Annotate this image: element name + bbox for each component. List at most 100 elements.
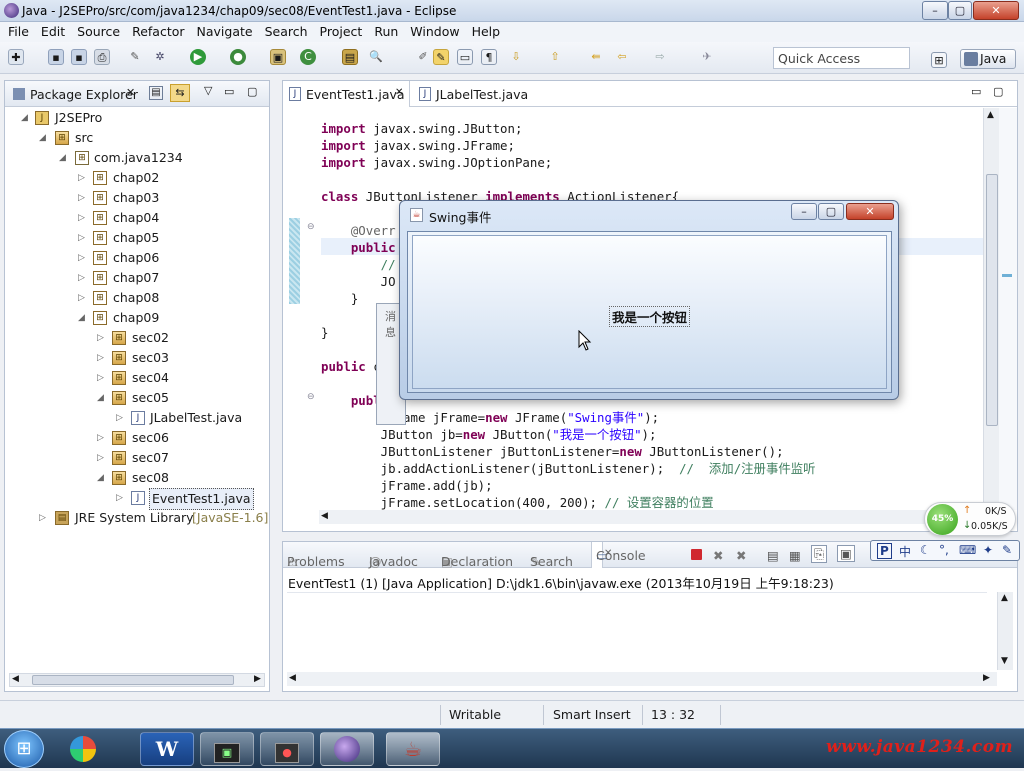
- fold-icon[interactable]: ⊖: [307, 222, 315, 232]
- tree-jlabeltest[interactable]: ▷ J JLabelTest.java: [21, 408, 261, 428]
- minimize-view-icon[interactable]: ▭: [224, 85, 234, 98]
- scroll-left-icon[interactable]: ◀: [321, 511, 328, 521]
- tree-chap09[interactable]: ◢ ⊞ chap09: [21, 308, 261, 328]
- scroll-up-icon[interactable]: ▲: [987, 110, 994, 120]
- console-output[interactable]: [287, 592, 987, 668]
- scroll-lock-icon[interactable]: ▦: [789, 548, 801, 563]
- new-java-project-icon[interactable]: ▣: [270, 49, 286, 65]
- tree-sec03[interactable]: ▷ ⊞ sec03: [21, 348, 261, 368]
- scroll-left-icon[interactable]: ◀: [12, 674, 19, 684]
- collapse-all-icon[interactable]: ▤: [149, 86, 163, 100]
- debug-icon[interactable]: ✲: [152, 49, 168, 65]
- ime-settings-icon[interactable]: ✎: [1002, 543, 1012, 557]
- taskbar-java[interactable]: ☕: [386, 732, 440, 766]
- tree-sec06[interactable]: ▷ ⊞ sec06: [21, 428, 261, 448]
- show-whitespace-icon[interactable]: ¶: [481, 49, 497, 65]
- scroll-right-icon[interactable]: ▶: [983, 673, 990, 683]
- minimize-editor-icon[interactable]: ▭: [971, 85, 981, 98]
- dialog-maximize-button[interactable]: ▢: [818, 203, 844, 220]
- remove-launch-icon[interactable]: ✖: [713, 548, 723, 563]
- console-vertical-scrollbar[interactable]: ▲ ▼: [997, 592, 1013, 670]
- tab-eventtest1[interactable]: J EventTest1.java ✕: [283, 81, 410, 107]
- java-perspective-button[interactable]: Java: [960, 49, 1016, 69]
- dialog-close-button[interactable]: ✕: [846, 203, 894, 220]
- maximize-editor-icon[interactable]: ▢: [993, 85, 1003, 98]
- prev-annotation-icon[interactable]: ⇧: [547, 49, 563, 65]
- menu-navigate[interactable]: Navigate: [189, 22, 257, 39]
- tree-sec04[interactable]: ▷ ⊞ sec04: [21, 368, 261, 388]
- scroll-left-icon[interactable]: ◀: [289, 673, 296, 683]
- tree-chap08[interactable]: ▷ ⊞ chap08: [21, 288, 261, 308]
- link-with-editor-icon[interactable]: ⇆: [170, 84, 190, 102]
- taskbar-eclipse[interactable]: [320, 732, 374, 766]
- view-menu-icon[interactable]: ▽: [204, 84, 212, 97]
- console-horizontal-scrollbar[interactable]: ◀ ▶: [287, 672, 997, 686]
- maximize-button[interactable]: ▢: [948, 1, 972, 20]
- minimize-button[interactable]: –: [922, 1, 948, 20]
- open-type-icon[interactable]: ▤: [342, 49, 358, 65]
- tab-console[interactable]: ▭ Console ✕: [591, 542, 646, 568]
- ime-logo-icon[interactable]: P: [877, 543, 892, 559]
- menu-refactor[interactable]: Refactor: [124, 22, 188, 39]
- tree-package[interactable]: ◢ ⊞ com.java1234: [21, 148, 261, 168]
- back-icon[interactable]: ⇦: [614, 49, 630, 65]
- scroll-thumb[interactable]: [32, 675, 234, 685]
- maximize-view-icon[interactable]: ▢: [247, 85, 257, 98]
- scroll-down-icon[interactable]: ▼: [1001, 656, 1008, 666]
- scroll-up-icon[interactable]: ▲: [1001, 593, 1008, 603]
- menu-project[interactable]: Project: [312, 22, 367, 39]
- search-icon[interactable]: 🔍: [368, 49, 384, 65]
- menu-search[interactable]: Search: [257, 22, 312, 39]
- terminate-icon[interactable]: [691, 549, 702, 560]
- last-edit-icon[interactable]: ⇚: [588, 49, 604, 65]
- taskbar-cmd[interactable]: ▣: [200, 732, 254, 766]
- new-class-icon[interactable]: C: [300, 49, 316, 65]
- ime-soft-keyboard-icon[interactable]: ⌨: [959, 543, 976, 557]
- new-icon[interactable]: ✚: [8, 49, 24, 65]
- ime-punct-icon[interactable]: °,: [939, 543, 949, 557]
- horizontal-scrollbar[interactable]: ◀ ▶: [9, 673, 265, 687]
- menu-file[interactable]: File: [0, 22, 33, 39]
- highlight-icon[interactable]: ✎: [433, 49, 449, 65]
- swing-dialog[interactable]: ☕ Swing事件 – ▢ ✕ 我是一个按钮: [399, 200, 899, 400]
- close-tab-icon[interactable]: ✕: [604, 548, 612, 559]
- save-all-icon[interactable]: ▪: [71, 49, 87, 65]
- clear-console-icon[interactable]: ▤: [767, 548, 779, 563]
- scroll-right-icon[interactable]: ▶: [254, 674, 261, 684]
- tree-sec07[interactable]: ▷ ⊞ sec07: [21, 448, 261, 468]
- print-icon[interactable]: ⎙: [94, 49, 110, 65]
- menu-edit[interactable]: Edit: [33, 22, 69, 39]
- ime-moon-icon[interactable]: ☾: [920, 543, 931, 557]
- menu-window[interactable]: Window: [402, 22, 463, 39]
- taskbar-app-colorful[interactable]: [56, 732, 110, 766]
- tree-sec05[interactable]: ◢ ⊞ sec05: [21, 388, 261, 408]
- open-perspective-icon[interactable]: ⊞: [931, 52, 947, 68]
- run-icon[interactable]: ▶: [190, 49, 206, 65]
- remove-all-icon[interactable]: ✖: [736, 548, 746, 563]
- tree-eventtest1[interactable]: ▷ J EventTest1.java: [21, 488, 261, 510]
- forward-icon[interactable]: ⇨: [652, 49, 668, 65]
- tree-chap07[interactable]: ▷ ⊞ chap07: [21, 268, 261, 288]
- tree-sec08[interactable]: ◢ ⊞ sec08: [21, 468, 261, 488]
- scroll-thumb[interactable]: [986, 174, 998, 426]
- save-icon[interactable]: ▪: [48, 49, 64, 65]
- tree-chap05[interactable]: ▷ ⊞ chap05: [21, 228, 261, 248]
- tree-chap02[interactable]: ▷ ⊞ chap02: [21, 168, 261, 188]
- tree-jre[interactable]: ▷ ▤ JRE System Library [JavaSE-1.6]: [21, 508, 268, 528]
- tree-chap03[interactable]: ▷ ⊞ chap03: [21, 188, 261, 208]
- taskbar-recorder[interactable]: ●: [260, 732, 314, 766]
- ime-chinese-mode-icon[interactable]: 中: [899, 543, 911, 560]
- tree-src[interactable]: ◢ ⊞ src: [21, 128, 261, 148]
- menu-source[interactable]: Source: [69, 22, 124, 39]
- fold-icon[interactable]: ⊖: [307, 392, 315, 402]
- pin-icon[interactable]: ✈: [699, 49, 715, 65]
- close-tab-icon[interactable]: ✕: [395, 87, 403, 98]
- taskbar-word[interactable]: W: [140, 732, 194, 766]
- editor-vertical-scrollbar[interactable]: ▲: [983, 108, 999, 510]
- external-tools-icon[interactable]: ●: [230, 49, 246, 65]
- close-view-icon[interactable]: ✕: [126, 86, 135, 99]
- display-console-icon[interactable]: ▣: [837, 545, 855, 562]
- close-button[interactable]: ✕: [973, 1, 1019, 20]
- tree-chap04[interactable]: ▷ ⊞ chap04: [21, 208, 261, 228]
- ime-sparkle-icon[interactable]: ✦: [983, 543, 993, 557]
